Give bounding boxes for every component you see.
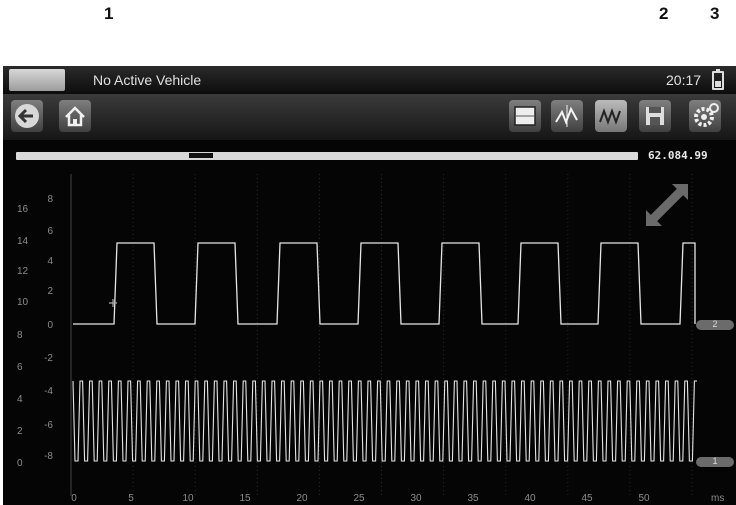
scroll-bar[interactable] (16, 152, 638, 160)
y-tick-outer: 10 (17, 297, 29, 308)
scroll-position: 62.084.99 (648, 149, 708, 162)
x-tick: 40 (524, 493, 536, 504)
y-tick-outer: 8 (17, 330, 23, 341)
y-tick-inner: 2 (47, 286, 53, 297)
x-tick: 35 (467, 493, 479, 504)
scope-screen: No Active Vehicle 20:17 16 14 12 10 8 6 4 2 0 8 6 4… (3, 66, 736, 505)
x-tick: 30 (410, 493, 422, 504)
y-tick-inner: -2 (44, 353, 53, 364)
cursor-crosshair (109, 299, 117, 307)
y-tick-inner: 0 (47, 320, 53, 331)
y-tick-outer: 0 (17, 458, 23, 469)
zoom-icon[interactable] (644, 182, 690, 228)
y-tick-outer: 14 (17, 236, 29, 247)
y-tick-inner: 8 (47, 194, 53, 205)
trace-2-waveform (73, 242, 696, 325)
x-tick: 20 (296, 493, 308, 504)
x-unit: ms (711, 493, 724, 504)
y-tick-outer: 12 (17, 266, 29, 277)
x-tick: 25 (353, 493, 365, 504)
y-tick-outer: 6 (17, 362, 23, 373)
trace-1-marker-label: 1 (712, 456, 718, 466)
x-tick: 15 (239, 493, 251, 504)
scroll-thumb[interactable] (189, 153, 213, 158)
x-tick: 10 (182, 493, 194, 504)
waveform-plot[interactable]: 161412108642086420-2-4-6-80 5 10 15 20 25 30 35… (3, 66, 736, 505)
y-tick-inner: -4 (44, 386, 53, 397)
x-tick: 50 (638, 493, 650, 504)
trace-1-waveform (72, 380, 697, 462)
y-tick-outer: 4 (17, 394, 23, 405)
y-tick-inner: 6 (47, 226, 53, 237)
trace-2-marker[interactable]: 2 (696, 319, 734, 330)
y-tick-outer: 2 (17, 426, 23, 437)
y-tick-inner: 4 (47, 256, 53, 267)
trace-2-marker-label: 2 (712, 319, 718, 329)
x-tick: 0 (71, 493, 77, 504)
x-tick: 5 (128, 493, 134, 504)
x-tick: 45 (581, 493, 593, 504)
trace-1-marker[interactable]: 1 (696, 456, 734, 467)
y-tick-inner: -8 (44, 451, 53, 462)
y-tick-inner: -6 (44, 420, 53, 431)
y-tick-outer: 16 (17, 204, 29, 215)
